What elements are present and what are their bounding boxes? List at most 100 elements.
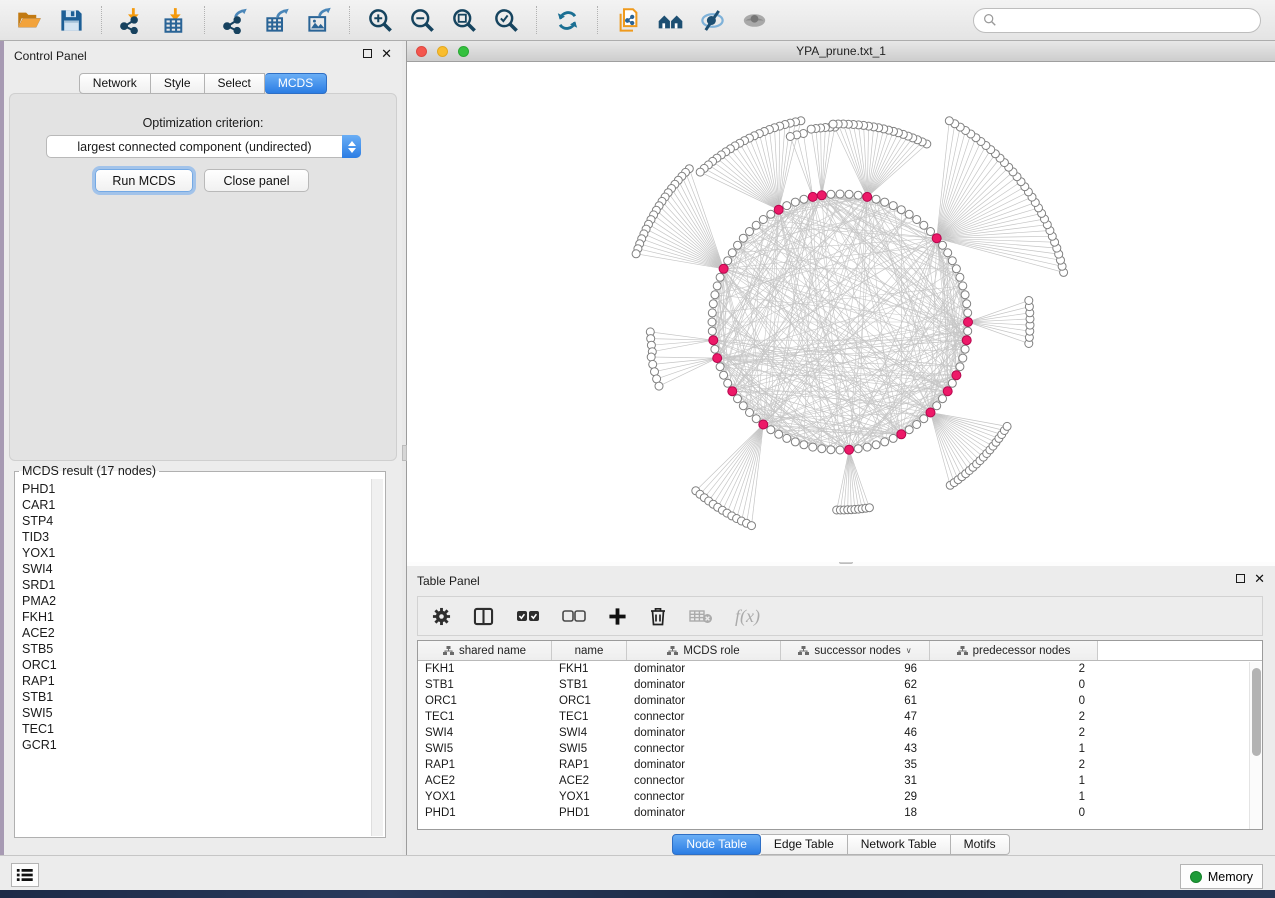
memory-status-icon — [1190, 871, 1202, 883]
add-column-button[interactable] — [608, 604, 627, 628]
column-header-predecessor-nodes[interactable]: predecessor nodes — [930, 641, 1098, 660]
column-header-MCDS-role[interactable]: MCDS role — [627, 641, 781, 660]
control-panel-header: Control Panel ✕ — [4, 41, 402, 69]
mcds-result-item[interactable]: TEC1 — [22, 721, 365, 737]
table-row[interactable]: SWI4SWI4dominator462 — [418, 725, 1262, 741]
toolbar-separator — [204, 6, 205, 34]
mcds-result-item[interactable]: STP4 — [22, 513, 365, 529]
mcds-result-item[interactable]: ORC1 — [22, 657, 365, 673]
cell-MCDS-role: dominator — [627, 727, 781, 739]
clone-network-icon — [615, 7, 642, 34]
cell-shared-name: FKH1 — [418, 663, 552, 675]
first-neighbors-button[interactable] — [650, 3, 690, 37]
delete-column-button[interactable] — [649, 604, 667, 628]
column-visibility-button[interactable] — [473, 604, 494, 628]
mcds-result-item[interactable]: ACE2 — [22, 625, 365, 641]
table-row[interactable]: RAP1RAP1dominator352 — [418, 757, 1262, 773]
tab-mcds[interactable]: MCDS — [265, 73, 327, 94]
show-all-button[interactable] — [734, 3, 774, 37]
table-settings-button[interactable] — [432, 604, 451, 628]
cell-shared-name: YOX1 — [418, 791, 552, 803]
delete-table-icon — [689, 608, 713, 624]
delete-table-button[interactable] — [689, 604, 713, 628]
tab-motifs[interactable]: Motifs — [951, 834, 1010, 855]
export-network-button[interactable] — [215, 3, 255, 37]
tab-edge-table[interactable]: Edge Table — [761, 834, 848, 855]
mcds-result-item[interactable]: STB1 — [22, 689, 365, 705]
save-session-button[interactable] — [51, 3, 91, 37]
scrollbar-thumb[interactable] — [1252, 668, 1261, 756]
show-panels-button[interactable] — [11, 863, 39, 887]
mcds-result-item[interactable]: SRD1 — [22, 577, 365, 593]
mcds-result-scrollbar[interactable] — [371, 479, 383, 836]
memory-button[interactable]: Memory — [1180, 864, 1263, 889]
network-graph[interactable] — [407, 62, 1275, 562]
tab-network-table[interactable]: Network Table — [848, 834, 951, 855]
toolbar-separator — [101, 6, 102, 34]
mcds-result-item[interactable]: STB5 — [22, 641, 365, 657]
table-row[interactable]: TEC1TEC1connector472 — [418, 709, 1262, 725]
export-image-icon — [306, 7, 333, 34]
mcds-result-item[interactable]: PHD1 — [22, 481, 365, 497]
mcds-result-item[interactable]: RAP1 — [22, 673, 365, 689]
table-scrollbar[interactable] — [1249, 662, 1262, 829]
table-row[interactable]: PHD1PHD1dominator180 — [418, 805, 1262, 821]
function-builder-button[interactable]: f(x) — [735, 604, 760, 628]
float-panel-icon[interactable] — [1236, 574, 1245, 583]
table-row[interactable]: FKH1FKH1dominator962 — [418, 661, 1262, 677]
tab-node-table[interactable]: Node Table — [672, 834, 761, 855]
mcds-result-list[interactable]: PHD1CAR1STP4TID3YOX1SWI4SRD1PMA2FKH1ACE2… — [16, 478, 371, 836]
mcds-result-item[interactable]: TID3 — [22, 529, 365, 545]
float-panel-icon[interactable] — [363, 49, 372, 58]
mcds-result-item[interactable]: SWI5 — [22, 705, 365, 721]
search-input[interactable] — [997, 12, 1251, 28]
clone-network-button[interactable] — [608, 3, 648, 37]
run-mcds-button[interactable]: Run MCDS — [95, 169, 193, 192]
column-header-filler — [1098, 641, 1262, 660]
mcds-result-item[interactable]: CAR1 — [22, 497, 365, 513]
cell-shared-name: SWI5 — [418, 743, 552, 755]
node-table: shared namenameMCDS rolesuccessor nodes∨… — [417, 640, 1263, 830]
column-header-name[interactable]: name — [552, 641, 627, 660]
deselect-all-button[interactable] — [562, 604, 586, 628]
mcds-result-item[interactable]: SWI4 — [22, 561, 365, 577]
trash-icon — [649, 606, 667, 626]
column-header-shared-name[interactable]: shared name — [418, 641, 552, 660]
close-panel-button[interactable]: Close panel — [204, 169, 309, 192]
zoom-selected-button[interactable] — [486, 3, 526, 37]
checked-boxes-icon — [516, 609, 540, 623]
table-row[interactable]: ACE2ACE2connector311 — [418, 773, 1262, 789]
table-row[interactable]: STB1STB1dominator620 — [418, 677, 1262, 693]
table-panel: Table Panel ✕ — [407, 566, 1275, 855]
table-row[interactable]: ORC1ORC1dominator610 — [418, 693, 1262, 709]
tab-style[interactable]: Style — [151, 73, 205, 94]
tab-network[interactable]: Network — [79, 73, 151, 94]
mcds-result-item[interactable]: PMA2 — [22, 593, 365, 609]
mcds-result-item[interactable]: YOX1 — [22, 545, 365, 561]
export-image-button[interactable] — [299, 3, 339, 37]
zoom-out-icon — [409, 7, 436, 34]
refresh-button[interactable] — [547, 3, 587, 37]
cell-MCDS-role: connector — [627, 791, 781, 803]
mcds-result-item[interactable]: FKH1 — [22, 609, 365, 625]
close-panel-icon[interactable]: ✕ — [381, 49, 392, 58]
import-table-button[interactable] — [154, 3, 194, 37]
zoom-out-button[interactable] — [402, 3, 442, 37]
tab-select[interactable]: Select — [205, 73, 265, 94]
cell-name: ORC1 — [552, 695, 627, 707]
export-table-button[interactable] — [257, 3, 297, 37]
zoom-fit-button[interactable] — [444, 3, 484, 37]
optimization-criterion-select[interactable]: largest connected component (undirected) — [46, 135, 361, 158]
network-window-title: YPA_prune.txt_1 — [407, 44, 1275, 58]
cell-name: ACE2 — [552, 775, 627, 787]
table-row[interactable]: SWI5SWI5connector431 — [418, 741, 1262, 757]
column-header-successor-nodes[interactable]: successor nodes∨ — [781, 641, 930, 660]
hide-selected-button[interactable] — [692, 3, 732, 37]
import-network-button[interactable] — [112, 3, 152, 37]
open-session-button[interactable] — [9, 3, 49, 37]
mcds-result-item[interactable]: GCR1 — [22, 737, 365, 753]
zoom-in-button[interactable] — [360, 3, 400, 37]
table-row[interactable]: YOX1YOX1connector291 — [418, 789, 1262, 805]
close-panel-icon[interactable]: ✕ — [1254, 574, 1265, 583]
select-all-button[interactable] — [516, 604, 540, 628]
